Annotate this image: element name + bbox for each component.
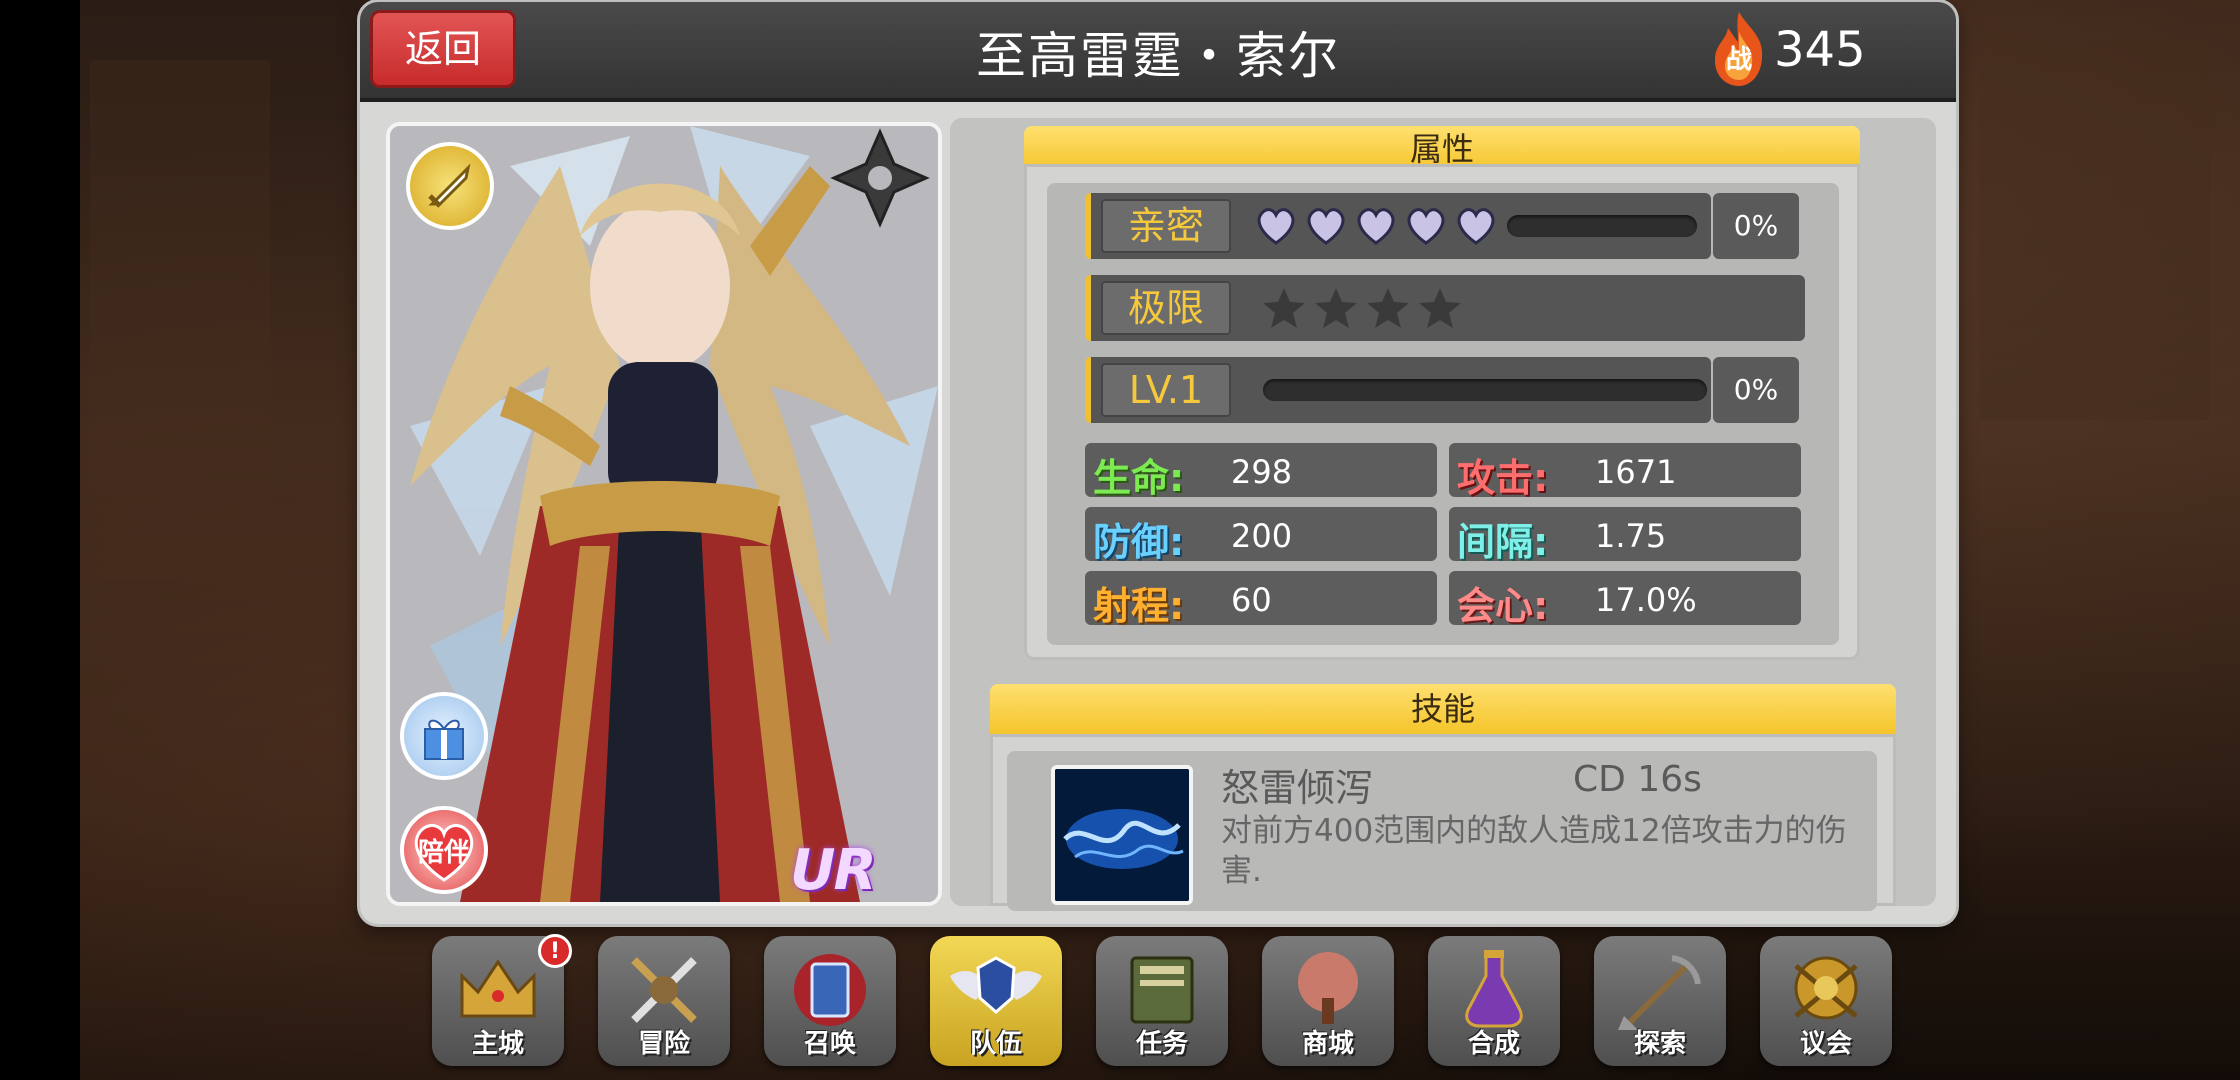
dark-element-icon [830, 128, 930, 228]
notification-badge: ! [538, 934, 572, 968]
info-area: 属性 亲密 0% 极限 LV.1 0% 生命: 298 攻击: 1671 防御:… [950, 118, 1936, 911]
heart-icon [1407, 208, 1445, 245]
nav-summon[interactable]: 召唤 [764, 936, 896, 1066]
star-icon [1367, 288, 1409, 328]
skill-cooldown: CD 16s [1573, 759, 1702, 800]
sword-rank-icon [428, 163, 471, 208]
limit-label: 极限 [1101, 281, 1231, 335]
rank-button[interactable] [406, 142, 494, 230]
hero-illustration [390, 126, 938, 902]
nav-label: 合成 [1467, 1029, 1520, 1059]
skills-panel: 怒雷倾泻 CD 16s 对前方400范围内的敌人造成12倍攻击力的伤害. [990, 734, 1896, 911]
level-progress-track [1263, 379, 1707, 401]
limit-row: 极限 [1085, 275, 1805, 341]
skills-section-title: 技能 [990, 684, 1896, 734]
heart-icon [1457, 208, 1495, 245]
company-label: 陪伴 [417, 838, 470, 868]
stat-hp: 生命: 298 [1085, 443, 1437, 500]
background-shelf [1980, 40, 2210, 420]
rarity-badge: UR [790, 838, 877, 903]
skill-description: 对前方400范围内的敌人造成12倍攻击力的伤害. [1221, 813, 1847, 889]
heart-icon [1307, 208, 1345, 245]
background-shelf [90, 60, 270, 580]
stat-defense-label: 防御: [1093, 520, 1185, 564]
stat-range-label: 射程: [1093, 584, 1185, 628]
hero-detail-panel: 返回 至高雷霆・索尔 战 345 陪伴 UR 属性 亲密 0% 极限 LV.1 … [360, 2, 1956, 924]
potion-flask-icon [1465, 950, 1523, 1028]
battle-power-icon: 战 [1714, 12, 1763, 86]
skill-name: 怒雷倾泻 [1221, 766, 1374, 810]
heart-icon [1257, 208, 1295, 245]
stat-range-value: 60 [1231, 581, 1272, 619]
nav-label: 任务 [1135, 1029, 1188, 1059]
level-label: LV.1 [1101, 363, 1231, 417]
star-icon [1263, 288, 1305, 328]
bottom-nav: 主城 ! 冒险 召唤 队伍 任务 商城 合成 探索 议会 [432, 934, 1892, 1072]
stat-defense: 防御: 200 [1085, 507, 1437, 564]
battle-power-value: 345 [1774, 22, 1866, 78]
nav-label: 召唤 [803, 1029, 856, 1059]
stat-crit: 会心: 17.0% [1449, 571, 1801, 628]
quest-book-icon [1130, 956, 1194, 1024]
shovel-pickaxe-icon [1618, 955, 1701, 1030]
gift-box-icon [424, 719, 464, 760]
intimacy-label: 亲密 [1101, 199, 1231, 253]
intimacy-progress-track [1507, 215, 1697, 237]
stat-range: 射程: 60 [1085, 571, 1437, 628]
nav-label: 商城 [1301, 1029, 1354, 1059]
nav-label: 队伍 [969, 1029, 1022, 1059]
header-bar: 返回 至高雷霆・索尔 战 345 [360, 2, 1956, 102]
star-icon [1315, 288, 1357, 328]
nav-label: 探索 [1633, 1029, 1686, 1059]
level-row: LV.1 [1085, 357, 1711, 423]
intimacy-hearts [1253, 205, 1499, 247]
nav-explore[interactable]: 探索 [1594, 936, 1726, 1066]
star-icon [1419, 288, 1461, 328]
nav-team[interactable]: 队伍 [930, 936, 1062, 1066]
stat-hp-value: 298 [1231, 453, 1293, 491]
nav-adventure[interactable]: 冒险 [598, 936, 730, 1066]
nav-label: 主城 [471, 1029, 524, 1059]
crossed-swords-icon [631, 957, 697, 1023]
nav-quest[interactable]: 任务 [1096, 936, 1228, 1066]
left-letterbox [0, 0, 80, 1080]
stat-crit-value: 17.0% [1595, 581, 1697, 619]
stat-hp-label: 生命: [1093, 456, 1185, 500]
attributes-inner: 亲密 0% 极限 LV.1 0% 生命: 298 攻击: 1671 防御: 20… [1047, 183, 1839, 645]
skill-thunder-icon[interactable] [1051, 765, 1193, 905]
hero-portrait: 陪伴 UR [386, 122, 942, 906]
level-percent: 0% [1713, 357, 1799, 423]
stat-interval-value: 1.75 [1595, 517, 1667, 555]
svg-text:战: 战 [1726, 45, 1752, 75]
summon-card-icon [794, 954, 866, 1026]
attributes-panel: 亲密 0% 极限 LV.1 0% 生命: 298 攻击: 1671 防御: 20… [1024, 164, 1860, 660]
nav-council[interactable]: 议会 [1760, 936, 1892, 1066]
intimacy-percent: 0% [1713, 193, 1799, 259]
heart-icon [1357, 208, 1395, 245]
castle-crown-icon [460, 959, 536, 1018]
nav-label: 冒险 [637, 1029, 690, 1059]
gift-button[interactable] [400, 692, 488, 780]
council-crest-icon [1794, 956, 1858, 1020]
company-button[interactable]: 陪伴 [400, 806, 488, 894]
nav-shop[interactable]: 商城 [1262, 936, 1394, 1066]
intimacy-row: 亲密 [1085, 193, 1711, 259]
winged-shield-icon [950, 956, 1042, 1014]
stat-interval-label: 间隔: [1457, 520, 1549, 564]
stat-attack: 攻击: 1671 [1449, 443, 1801, 500]
stat-attack-label: 攻击: [1457, 456, 1549, 500]
stat-interval: 间隔: 1.75 [1449, 507, 1801, 564]
stat-defense-value: 200 [1231, 517, 1293, 555]
stat-attack-value: 1671 [1595, 453, 1677, 491]
nav-craft[interactable]: 合成 [1428, 936, 1560, 1066]
stat-crit-label: 会心: [1457, 584, 1549, 628]
skill-card: 怒雷倾泻 CD 16s 对前方400范围内的敌人造成12倍攻击力的伤害. [1007, 751, 1877, 911]
shop-tree-icon [1298, 952, 1358, 1024]
nav-label: 议会 [1799, 1029, 1852, 1059]
limit-stars [1261, 285, 1463, 331]
